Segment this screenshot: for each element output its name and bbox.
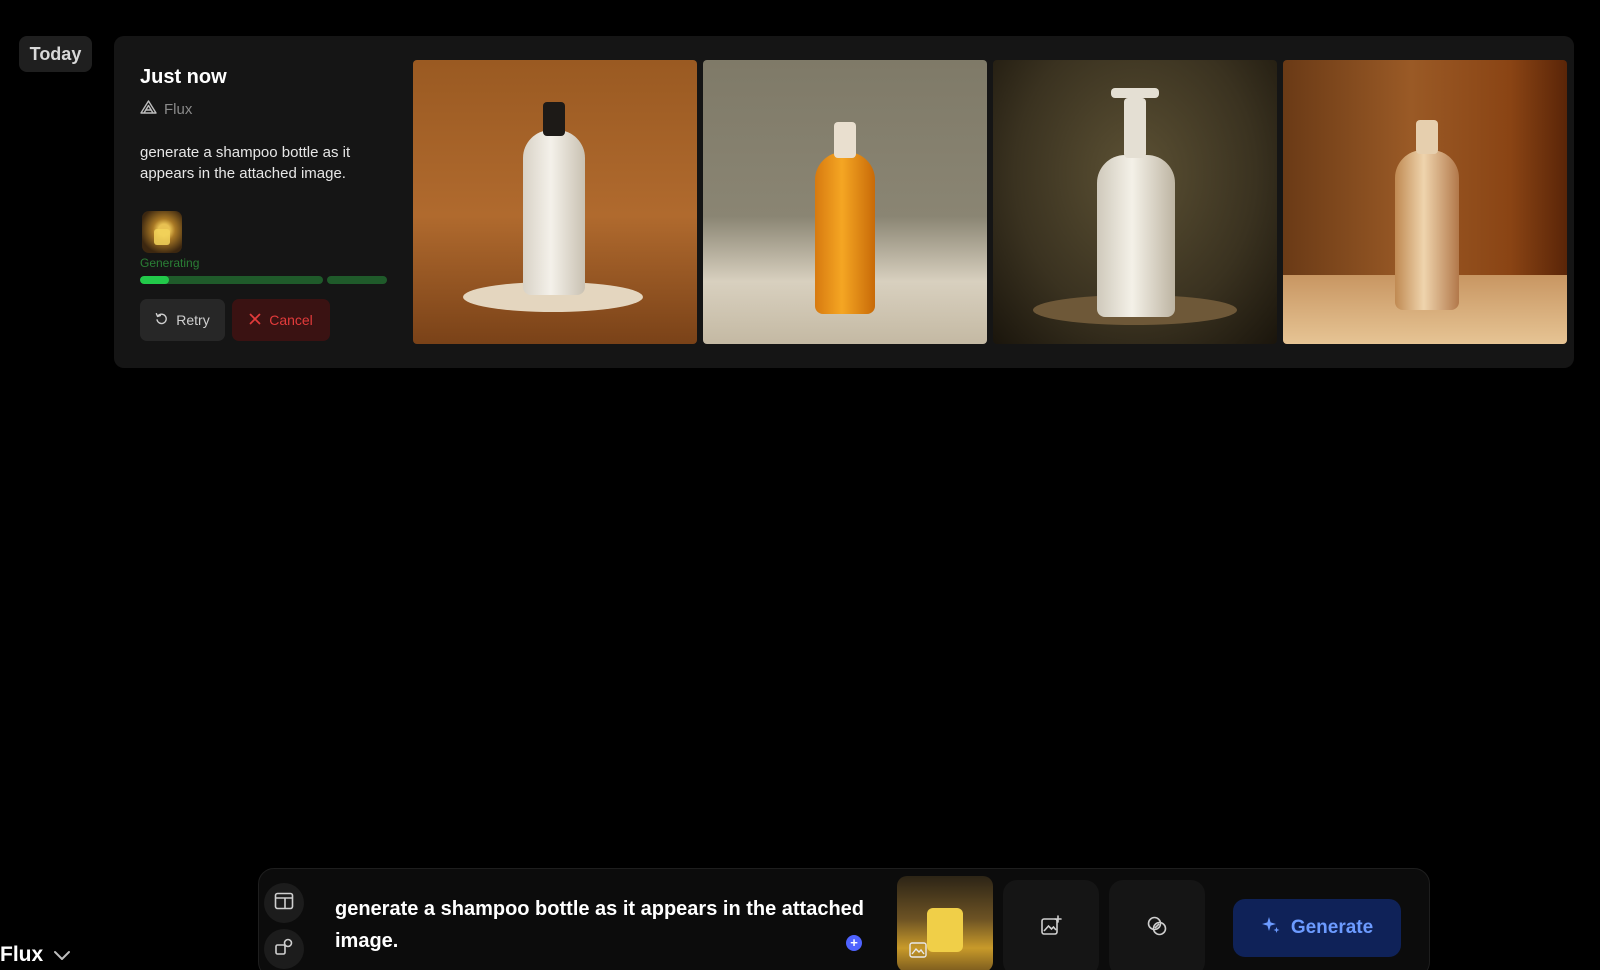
cancel-label: Cancel [269, 312, 313, 328]
progress-fill [140, 276, 170, 284]
generated-image[interactable] [1283, 60, 1567, 344]
shapes-icon [274, 937, 294, 962]
image-bottle-cap [1416, 120, 1438, 154]
image-pump-head [1111, 88, 1159, 98]
overlap-circles-icon [1146, 915, 1168, 942]
retry-label: Retry [176, 312, 210, 328]
date-group-label: Today [19, 36, 92, 72]
close-icon [249, 312, 261, 328]
retry-icon [155, 312, 168, 328]
reference-image-thumbnail[interactable] [142, 211, 182, 253]
attached-image-thumbnail[interactable] [897, 876, 993, 970]
plus-icon[interactable]: + [846, 935, 862, 951]
generated-image[interactable] [993, 60, 1277, 344]
generation-prompt: generate a shampoo bottle as it appears … [140, 144, 351, 182]
generation-info: Just now Flux generate a shampoo bottle … [140, 36, 390, 368]
image-bottle-cap [543, 102, 565, 136]
image-bottle [815, 152, 875, 314]
generated-image[interactable] [703, 60, 987, 344]
generation-card: Just now Flux generate a shampoo bottle … [114, 36, 1574, 368]
attached-image-bottle [927, 908, 963, 952]
cancel-button[interactable]: Cancel [232, 299, 330, 341]
prompt-composer: generate a shampoo bottle as it appears … [258, 868, 1430, 970]
prompt-input[interactable]: generate a shampoo bottle as it appears … [335, 893, 865, 957]
generation-progress [140, 276, 387, 284]
image-pump [1124, 98, 1146, 158]
image-icon [909, 942, 927, 963]
add-image-button[interactable] [1003, 880, 1099, 970]
image-bottle [1395, 150, 1459, 310]
generation-time: Just now [140, 66, 227, 88]
generation-model-label: Flux [164, 100, 193, 118]
generated-image-grid [413, 60, 1567, 344]
chevron-down-icon [53, 943, 71, 967]
model-selector-label: Flux [0, 943, 44, 966]
image-bottle [523, 130, 585, 295]
generate-label: Generate [1290, 917, 1374, 938]
add-image-icon [1040, 914, 1062, 942]
progress-track-secondary [327, 276, 387, 284]
generation-actions: Retry Cancel [140, 299, 330, 341]
generated-image[interactable] [413, 60, 697, 344]
sparkles-icon [1261, 915, 1281, 941]
generate-button[interactable]: Generate [1233, 899, 1401, 957]
shapes-button[interactable] [264, 929, 304, 969]
generation-model: Flux [140, 100, 192, 118]
retry-button[interactable]: Retry [140, 299, 225, 341]
generation-status: Generating [140, 256, 200, 270]
image-bottle-cap [834, 122, 856, 158]
progress-track [140, 276, 323, 284]
layout-toggle-button[interactable] [264, 883, 304, 923]
model-selector[interactable]: Flux [0, 943, 71, 967]
image-bottle [1097, 155, 1175, 317]
layout-icon [274, 892, 294, 915]
flux-logo-icon [140, 100, 157, 118]
style-reference-button[interactable] [1109, 880, 1205, 970]
